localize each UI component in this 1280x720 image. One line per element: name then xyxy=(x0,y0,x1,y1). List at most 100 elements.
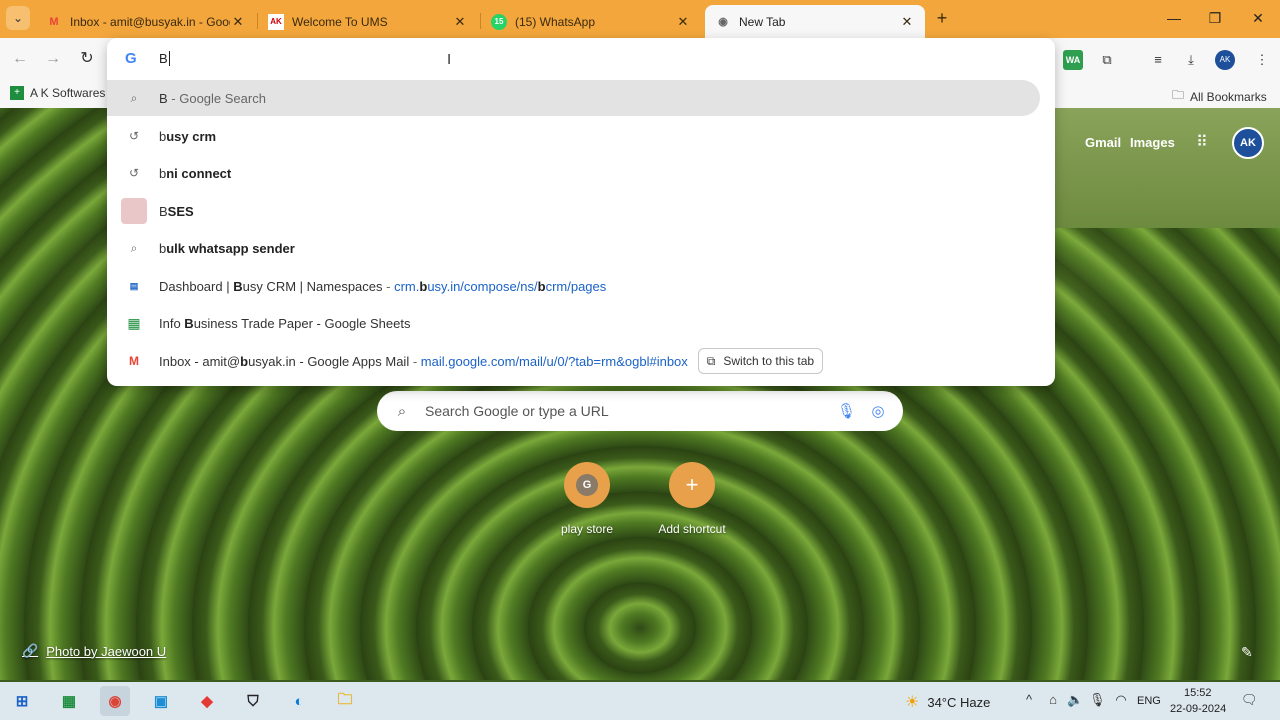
gmail-icon: M xyxy=(49,15,59,28)
weather-widget[interactable]: ☀ 34°C Haze xyxy=(905,692,990,712)
tab-title: (15) WhatsApp xyxy=(515,14,596,29)
switch-to-tab-label: Switch to this tab xyxy=(723,354,815,368)
tab-title: Welcome To UMS xyxy=(292,14,388,29)
images-link[interactable]: Images xyxy=(1130,135,1175,150)
suggestion-row[interactable]: ↺ busy crm xyxy=(107,118,1040,154)
file-explorer-icon[interactable]: 🗀 xyxy=(330,686,360,716)
google-lens-icon[interactable]: ◎ xyxy=(869,402,887,420)
search-icon: ⌕ xyxy=(130,90,138,105)
clock-time[interactable]: 15:52 xyxy=(1184,687,1212,699)
google-apps-grid-icon[interactable]: ⠿ xyxy=(1193,134,1211,152)
tab-search-button[interactable]: ⌄ xyxy=(6,6,30,30)
suggestion-text: bulk whatsapp sender xyxy=(159,240,295,256)
chevron-up-icon[interactable]: ^ xyxy=(1021,692,1037,708)
whatsapp-icon: 15 xyxy=(491,13,507,30)
security-shield-icon[interactable]: ⛉ xyxy=(238,686,268,716)
edge-icon[interactable]: ◐ xyxy=(284,686,314,716)
media-controls-icon[interactable]: ≡ xyxy=(1148,50,1168,70)
search-icon: ⌕ xyxy=(130,240,138,255)
close-icon[interactable]: ✕ xyxy=(675,14,691,30)
microphone-tray-icon[interactable]: 🎙 xyxy=(1089,692,1106,708)
sheets-icon: ▦ xyxy=(127,314,141,331)
extensions-puzzle-icon[interactable]: ⧉ xyxy=(1097,50,1117,70)
tab-title: New Tab xyxy=(739,14,786,29)
menu-kebab-icon[interactable]: ⋮ xyxy=(1252,50,1272,70)
address-bar[interactable]: G B I xyxy=(107,38,1055,78)
suggestion-text: Info Business Trade Paper - Google Sheet… xyxy=(159,315,411,331)
restore-icon[interactable]: ❐ xyxy=(1205,8,1225,28)
close-icon[interactable]: ✕ xyxy=(452,14,468,30)
background-sky xyxy=(1040,108,1280,228)
language-indicator[interactable]: ENG xyxy=(1137,695,1161,707)
photo-credit-link[interactable]: 🔗 Photo by Jaewoon U xyxy=(22,643,166,659)
search-icon: ⌕ xyxy=(397,402,407,420)
tab-whatsapp[interactable]: 15 (15) WhatsApp ✕ xyxy=(481,5,701,38)
close-window-icon[interactable]: ✕ xyxy=(1248,8,1268,28)
wifi-icon[interactable]: ◠ xyxy=(1113,692,1129,708)
close-icon[interactable]: ✕ xyxy=(230,14,246,30)
suggestion-row[interactable]: ↺ bni connect xyxy=(107,155,1040,191)
close-icon[interactable]: ✕ xyxy=(899,14,915,30)
tab-strip: ⌄ M Inbox - amit@busyak.in - Goog ✕ AK W… xyxy=(0,0,1280,38)
app-blue-icon[interactable]: ▣ xyxy=(146,686,176,716)
tab-ums[interactable]: AK Welcome To UMS ✕ xyxy=(258,5,478,38)
bookmark-ak-softwares[interactable]: + A K Softwares A xyxy=(10,86,116,100)
bookmark-label: A K Softwares A xyxy=(30,86,117,100)
microphone-icon[interactable]: 🎙 xyxy=(837,402,856,420)
history-icon: ↺ xyxy=(128,166,140,180)
shortcut-play-store[interactable]: G play store xyxy=(537,462,637,536)
ums-icon: AK xyxy=(268,13,284,30)
avatar[interactable]: AK xyxy=(1232,127,1264,159)
sheets-icon: + xyxy=(10,86,24,100)
switch-to-tab-button[interactable]: ⧉ Switch to this tab xyxy=(697,348,824,374)
suggestion-text: Inbox - amit@busyak.in - Google Apps Mai… xyxy=(159,353,688,369)
suggestion-text: Dashboard | Busy CRM | Namespaces - crm.… xyxy=(159,278,607,294)
minimize-icon[interactable]: — xyxy=(1164,8,1184,28)
back-arrow-icon[interactable]: ← xyxy=(10,49,30,69)
clock-date[interactable]: 22-09-2024 xyxy=(1170,703,1226,715)
ntp-search-box[interactable]: ⌕ Search Google or type a URL 🎙 ◎ xyxy=(377,391,903,431)
suggestion-row[interactable]: ⌕ bulk whatsapp sender xyxy=(107,230,1040,266)
suggestion-row[interactable]: ⌕ B - Google Search xyxy=(107,80,1040,116)
forward-arrow-icon[interactable]: → xyxy=(43,49,63,69)
profile-icon[interactable]: AK xyxy=(1215,50,1235,70)
bses-icon xyxy=(121,198,147,224)
switch-tab-icon: ⧉ xyxy=(706,353,716,368)
tab-title: Inbox - amit@busyak.in - Goog xyxy=(70,14,230,29)
tab-new-tab[interactable]: ◉ New Tab ✕ xyxy=(705,5,925,38)
play-store-icon: G xyxy=(576,474,598,496)
windows-start-icon[interactable]: ⊞ xyxy=(7,686,37,716)
meet-now-icon[interactable]: ⌂ xyxy=(1045,692,1061,708)
search-input[interactable]: Search Google or type a URL xyxy=(425,403,837,419)
suggestion-text: bni connect xyxy=(159,165,232,181)
suggestion-text: BSES xyxy=(159,203,194,219)
add-shortcut-button[interactable]: + Add shortcut xyxy=(642,462,742,536)
taskbar: ⊞ ▦ ◉ ▣ ◆ ⛉ ◐ 🗀 xyxy=(0,682,1280,720)
tab-gmail[interactable]: M Inbox - amit@busyak.in - Goog ✕ xyxy=(36,5,256,38)
volume-icon[interactable]: 🔈 xyxy=(1067,692,1083,708)
excel-icon[interactable]: ▦ xyxy=(54,686,84,716)
busy-icon: ▤ xyxy=(129,280,139,291)
new-tab-button[interactable]: + xyxy=(932,8,952,28)
suggestion-row[interactable]: M Inbox - amit@busyak.in - Google Apps M… xyxy=(107,343,1040,379)
suggestion-row[interactable]: ▦ Info Business Trade Paper - Google She… xyxy=(107,305,1040,341)
omnibox-dropdown: G B I ⌕ B - Google Search ↺ busy crm ↺ b… xyxy=(107,38,1055,386)
address-input[interactable]: B xyxy=(159,51,170,66)
reload-icon[interactable]: ↻ xyxy=(77,49,97,69)
plus-icon: + xyxy=(669,462,715,508)
anydesk-icon[interactable]: ◆ xyxy=(192,686,222,716)
shortcut-label: Add shortcut xyxy=(658,522,726,536)
chrome-taskbar-icon[interactable]: ◉ xyxy=(100,686,130,716)
whatsapp-extension-icon[interactable]: WA xyxy=(1063,50,1083,70)
folder-icon: 🗀 xyxy=(1172,88,1185,102)
notifications-icon[interactable]: 🗨 xyxy=(1241,692,1258,708)
suggestion-row[interactable]: BSES xyxy=(107,193,1040,229)
download-icon[interactable]: ⤓ xyxy=(1181,50,1201,70)
all-bookmarks-button[interactable]: 🗀 All Bookmarks xyxy=(1172,86,1267,107)
gmail-link[interactable]: Gmail xyxy=(1085,135,1121,150)
customize-pencil-icon[interactable]: ✎ xyxy=(1241,644,1257,660)
shortcut-label: play store xyxy=(560,522,614,536)
all-bookmarks-label: All Bookmarks xyxy=(1190,89,1267,104)
haze-weather-icon: ☀ xyxy=(905,694,920,711)
suggestion-row[interactable]: ▤ Dashboard | Busy CRM | Namespaces - cr… xyxy=(107,268,1040,304)
